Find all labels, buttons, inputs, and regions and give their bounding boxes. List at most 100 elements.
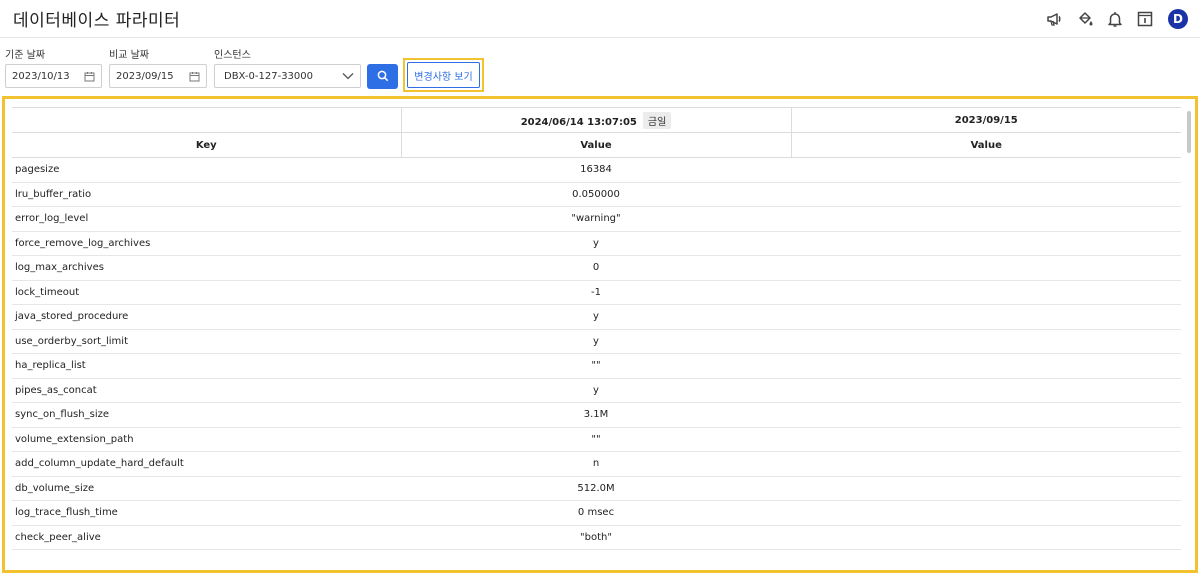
compare-date-label: 비교 날짜 bbox=[109, 50, 149, 61]
param-current-value: 3.1M bbox=[401, 402, 791, 428]
megaphone-icon[interactable] bbox=[1046, 10, 1064, 28]
param-key: log_trace_flush_time bbox=[12, 500, 401, 526]
param-compare-value bbox=[791, 427, 1181, 452]
table-row: log_max_archives 0 bbox=[12, 255, 1181, 281]
param-key: error_log_level bbox=[12, 206, 401, 232]
table-row: add_column_update_hard_default n bbox=[12, 451, 1181, 477]
param-compare-value bbox=[791, 500, 1181, 526]
param-key: db_volume_size bbox=[12, 476, 401, 501]
param-compare-value bbox=[791, 329, 1181, 354]
param-current-value: 0.050000 bbox=[401, 182, 791, 207]
table-row: pagesize 16384 bbox=[12, 157, 1181, 183]
top-bar: 데이터베이스 파라미터 D bbox=[0, 0, 1200, 38]
param-key: log_max_archives bbox=[12, 255, 401, 281]
info-window-icon[interactable] bbox=[1136, 10, 1154, 28]
table-row: use_orderby_sort_limit y bbox=[12, 329, 1181, 354]
param-key: sync_on_flush_size bbox=[12, 402, 401, 428]
view-changes-highlight: 변경사항 보기 bbox=[403, 58, 484, 92]
table-row: lock_timeout -1 bbox=[12, 280, 1181, 305]
param-key: ha_replica_list bbox=[12, 353, 401, 379]
value-header: Value bbox=[791, 132, 1181, 158]
param-compare-value bbox=[791, 280, 1181, 305]
bell-icon[interactable] bbox=[1106, 10, 1124, 28]
current-date: 2024/06/14 13:07:05 bbox=[520, 116, 637, 128]
param-key: force_remove_log_archives bbox=[12, 231, 401, 256]
key-header: Key bbox=[12, 132, 402, 158]
table-row: lru_buffer_ratio 0.050000 bbox=[12, 182, 1181, 207]
value-header: Value bbox=[401, 132, 792, 158]
table-row: volume_extension_path "" bbox=[12, 427, 1181, 452]
parameter-table: 2024/06/14 13:07:05 금일 2023/09/15 Key Val… bbox=[12, 107, 1181, 550]
base-date-value: 2023/10/13 bbox=[12, 70, 70, 82]
filter-bar: 기준 날짜 2023/10/13 비교 날짜 2023/09/15 인스턴스 D… bbox=[0, 38, 1200, 94]
table-row: log_trace_flush_time 0 msec bbox=[12, 500, 1181, 526]
current-date-header: 2024/06/14 13:07:05 금일 bbox=[401, 107, 792, 133]
param-compare-value bbox=[791, 231, 1181, 256]
param-current-value: y bbox=[401, 231, 791, 256]
compare-date-header: 2023/09/15 bbox=[791, 107, 1181, 133]
base-date-field[interactable]: 2023/10/13 bbox=[5, 64, 102, 88]
table-row: force_remove_log_archives y bbox=[12, 231, 1181, 256]
param-current-value: 16384 bbox=[401, 157, 791, 183]
param-current-value: -1 bbox=[401, 280, 791, 305]
top-icons: D bbox=[1046, 8, 1188, 29]
param-current-value: "warning" bbox=[401, 206, 791, 232]
param-current-value: y bbox=[401, 304, 791, 330]
calendar-icon[interactable] bbox=[84, 71, 95, 82]
table-row: db_volume_size 512.0M bbox=[12, 476, 1181, 501]
today-badge: 금일 bbox=[642, 111, 672, 129]
param-key: volume_extension_path bbox=[12, 427, 401, 452]
search-icon bbox=[377, 67, 389, 86]
instance-select[interactable]: DBX-0-127-33000 bbox=[214, 64, 361, 88]
param-key: pipes_as_concat bbox=[12, 378, 401, 403]
param-compare-value bbox=[791, 255, 1181, 281]
table-row: check_peer_alive "both" bbox=[12, 525, 1181, 550]
table-row: error_log_level "warning" bbox=[12, 206, 1181, 232]
param-current-value: "" bbox=[401, 353, 791, 379]
avatar[interactable]: D bbox=[1168, 8, 1188, 29]
param-compare-value bbox=[791, 206, 1181, 232]
param-compare-value bbox=[791, 378, 1181, 403]
param-current-value: y bbox=[401, 378, 791, 403]
empty-header bbox=[12, 107, 402, 133]
param-current-value: 0 msec bbox=[401, 500, 791, 526]
table-row: pipes_as_concat y bbox=[12, 378, 1181, 403]
table-row: java_stored_procedure y bbox=[12, 304, 1181, 330]
param-current-value: "" bbox=[401, 427, 791, 452]
param-compare-value bbox=[791, 304, 1181, 330]
param-compare-value bbox=[791, 353, 1181, 379]
param-current-value: 0 bbox=[401, 255, 791, 281]
param-key: pagesize bbox=[12, 157, 401, 183]
instance-value: DBX-0-127-33000 bbox=[224, 70, 313, 82]
param-key: lock_timeout bbox=[12, 280, 401, 305]
param-compare-value bbox=[791, 476, 1181, 501]
param-current-value: 512.0M bbox=[401, 476, 791, 501]
param-key: add_column_update_hard_default bbox=[12, 451, 401, 477]
param-current-value: y bbox=[401, 329, 791, 354]
param-compare-value bbox=[791, 451, 1181, 477]
param-key: use_orderby_sort_limit bbox=[12, 329, 401, 354]
param-current-value: n bbox=[401, 451, 791, 477]
instance-label: 인스턴스 bbox=[214, 50, 251, 61]
param-compare-value bbox=[791, 157, 1181, 183]
table-row: ha_replica_list "" bbox=[12, 353, 1181, 379]
param-compare-value bbox=[791, 402, 1181, 428]
param-compare-value bbox=[791, 182, 1181, 207]
page-title: 데이터베이스 파라미터 bbox=[13, 11, 181, 31]
param-compare-value bbox=[791, 525, 1181, 550]
paint-bucket-icon[interactable] bbox=[1076, 10, 1094, 28]
scrollbar[interactable] bbox=[1187, 111, 1191, 153]
search-button[interactable] bbox=[367, 64, 398, 89]
base-date-label: 기준 날짜 bbox=[5, 50, 45, 61]
param-current-value: "both" bbox=[401, 525, 791, 550]
calendar-icon[interactable] bbox=[189, 71, 200, 82]
compare-date-value: 2023/09/15 bbox=[116, 70, 174, 82]
view-changes-button[interactable]: 변경사항 보기 bbox=[407, 62, 480, 88]
param-key: lru_buffer_ratio bbox=[12, 182, 401, 207]
table-row: sync_on_flush_size 3.1M bbox=[12, 402, 1181, 428]
parameter-panel: 2024/06/14 13:07:05 금일 2023/09/15 Key Val… bbox=[2, 96, 1198, 573]
param-key: java_stored_procedure bbox=[12, 304, 401, 330]
compare-date-field[interactable]: 2023/09/15 bbox=[109, 64, 207, 88]
param-key: check_peer_alive bbox=[12, 525, 401, 550]
chevron-down-icon bbox=[342, 72, 354, 80]
